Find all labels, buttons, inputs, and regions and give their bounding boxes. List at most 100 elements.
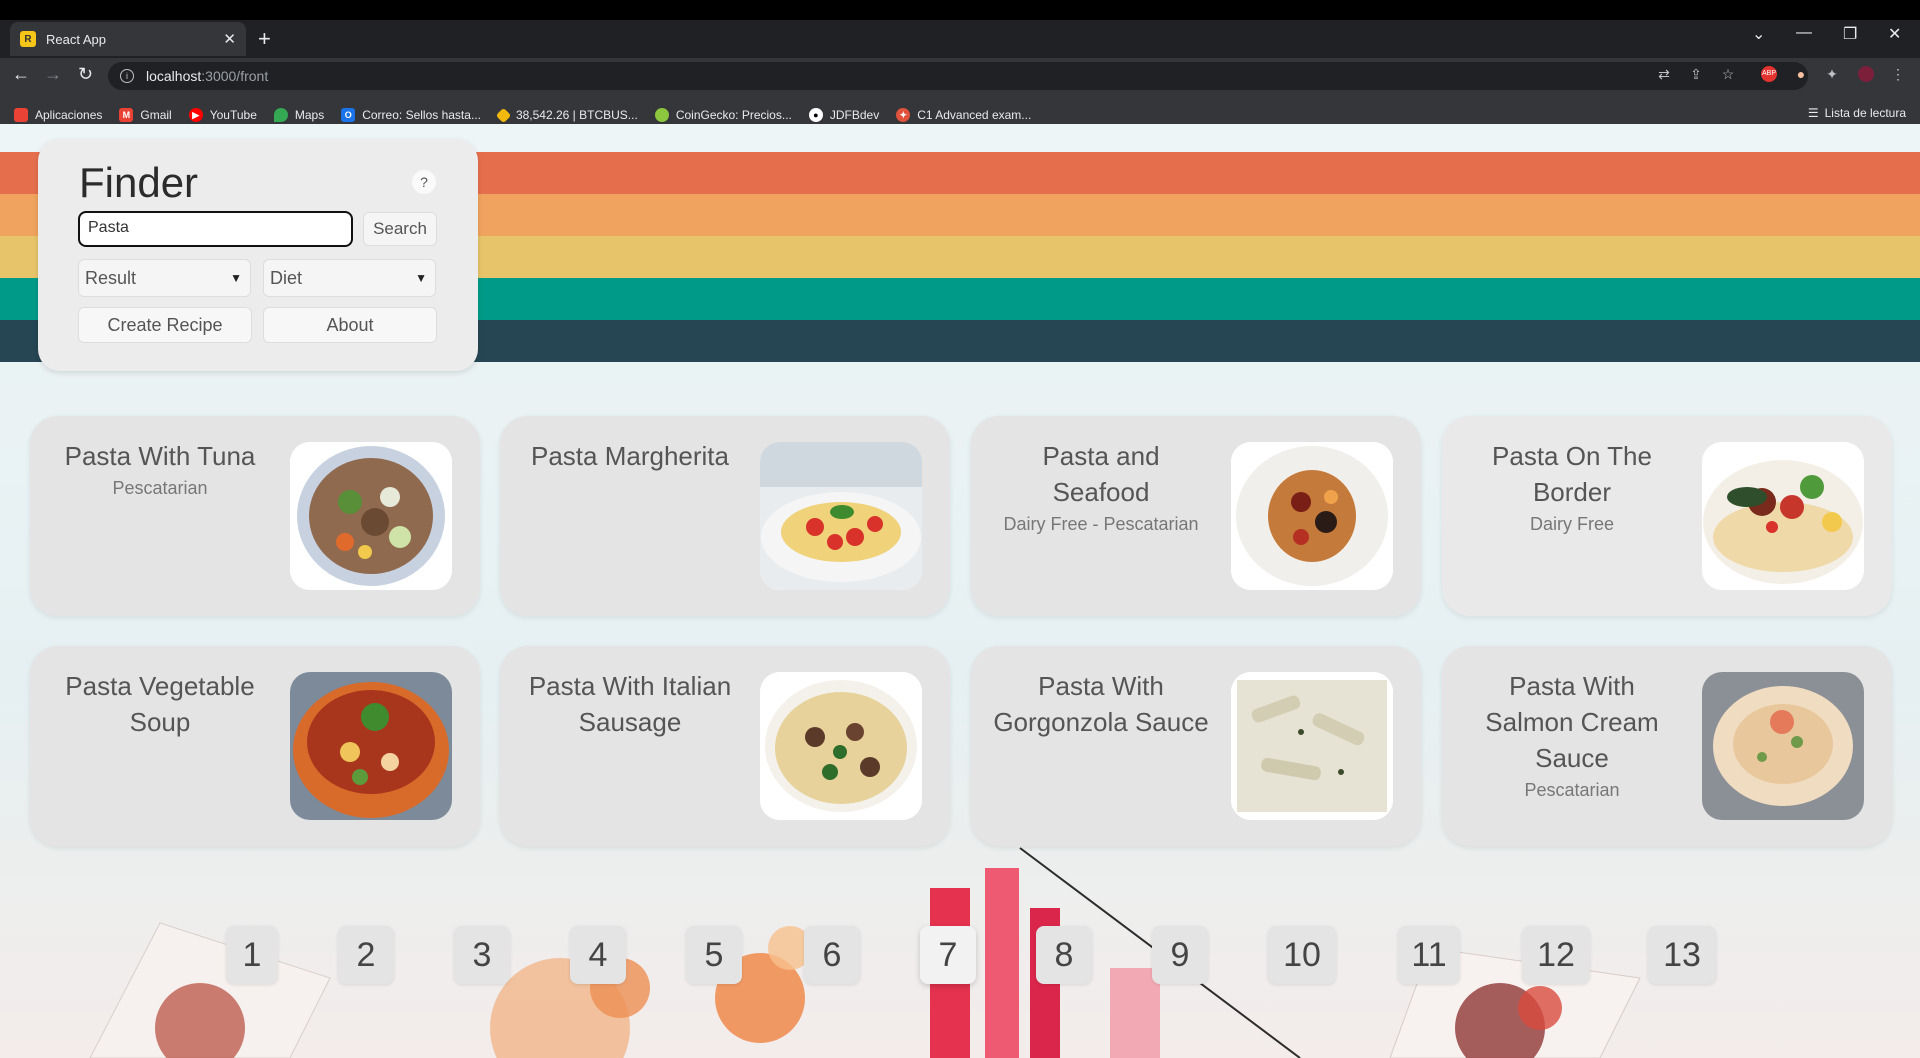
extensions-puzzle-icon[interactable]: ✦ [1824, 66, 1840, 82]
recipe-card-text: Pasta Vegetable Soup [50, 668, 270, 744]
browser-tab[interactable]: R React App ✕ [10, 22, 246, 56]
result-select-value: Result [85, 268, 137, 288]
page-button-5[interactable]: 5 [686, 926, 742, 984]
forward-icon[interactable]: → [44, 64, 62, 85]
recipe-photo [760, 672, 922, 820]
recipe-card-text: Pasta and Seafood Dairy Free - Pescatari… [991, 438, 1211, 535]
extension-icon[interactable]: ● [1793, 66, 1809, 82]
menu-kebab-icon[interactable]: ⋮ [1890, 66, 1906, 82]
help-button[interactable]: ? [412, 170, 436, 194]
bookmark-label: Gmail [140, 108, 172, 122]
bookmark-youtube[interactable]: ▶ YouTube [188, 108, 257, 122]
diet-select-value: Diet [270, 268, 303, 288]
reading-list-label: Lista de lectura [1824, 106, 1906, 120]
recipe-diet: Dairy Free [1529, 514, 1614, 534]
page-button-7[interactable]: 7 [920, 926, 976, 984]
recipe-card[interactable]: Pasta With Salmon Cream Sauce Pescataria… [1442, 646, 1892, 846]
recipe-diet: Pescatarian [1524, 780, 1620, 800]
recipe-title: Pasta With Gorgonzola Sauce [993, 671, 1209, 737]
new-tab-icon[interactable]: + [258, 26, 271, 52]
page-button-1[interactable]: 1 [226, 926, 278, 984]
recipe-image[interactable] [1231, 672, 1393, 820]
minimize-icon[interactable]: — [1796, 24, 1812, 42]
address-bar[interactable]: i localhost:3000/front [108, 62, 1808, 90]
bookmark-jdfbdev[interactable]: ● JDFBdev [808, 108, 879, 122]
tab-title: React App [46, 31, 106, 47]
finder-panel: Finder ? Pasta Search Result ▼ Diet ▼ Crea… [38, 139, 478, 371]
apps-grid-icon [14, 108, 28, 122]
recipe-image[interactable] [1702, 672, 1864, 820]
binance-icon [495, 107, 512, 123]
bookmark-c1-exam[interactable]: ✦ C1 Advanced exam... [896, 108, 1031, 122]
outlook-icon: O [341, 108, 356, 122]
recipe-photo [1702, 442, 1864, 590]
search-button[interactable]: Search [363, 212, 437, 246]
reading-list-icon: ☰ [1807, 106, 1819, 120]
bookmark-label: Correo: Sellos hasta... [362, 108, 481, 122]
adblock-icon[interactable]: ABP [1761, 66, 1777, 82]
bookmark-btcbusd[interactable]: 38,542.26 | BTCBUS... [495, 107, 638, 123]
site-info-icon[interactable]: i [120, 69, 134, 83]
recipe-card[interactable]: Pasta With Tuna Pescatarian [30, 416, 480, 616]
result-select[interactable]: Result ▼ [78, 259, 251, 297]
profile-avatar-icon[interactable] [1858, 66, 1874, 82]
page-button-2[interactable]: 2 [338, 926, 394, 984]
diet-select[interactable]: Diet ▼ [263, 259, 436, 297]
recipe-image[interactable] [1231, 442, 1393, 590]
recipe-card[interactable]: Pasta and Seafood Dairy Free - Pescatari… [971, 416, 1421, 616]
gmail-icon: M [119, 108, 134, 122]
reading-list[interactable]: ☰ Lista de lectura [1808, 106, 1906, 120]
recipe-card[interactable]: Pasta Vegetable Soup [30, 646, 480, 846]
translate-icon[interactable]: ⇄ [1656, 66, 1672, 82]
page-button-6[interactable]: 6 [804, 926, 860, 984]
recipe-card-text: Pasta With Salmon Cream Sauce Pescataria… [1462, 668, 1682, 801]
bookmark-gmail[interactable]: M Gmail [119, 108, 172, 122]
recipe-image[interactable] [760, 672, 922, 820]
react-favicon-icon: R [20, 31, 36, 47]
close-window-icon[interactable]: ✕ [1888, 24, 1901, 44]
recipe-photo [1231, 672, 1393, 820]
page-button-3[interactable]: 3 [454, 926, 510, 984]
page-button-10[interactable]: 10 [1268, 926, 1336, 984]
recipe-photo [290, 442, 452, 590]
recipe-card[interactable]: Pasta On The Border Dairy Free [1442, 416, 1892, 616]
recipe-title: Pasta and Seafood [1042, 441, 1160, 507]
recipe-title: Pasta On The Border [1492, 441, 1652, 507]
recipe-image[interactable] [290, 442, 452, 590]
about-button[interactable]: About [263, 307, 437, 343]
recipe-card[interactable]: Pasta With Gorgonzola Sauce [971, 646, 1421, 846]
bookmark-star-icon[interactable]: ☆ [1720, 66, 1736, 82]
finder-title: Finder [79, 159, 199, 206]
recipe-card-text: Pasta On The Border Dairy Free [1462, 438, 1682, 535]
recipe-image[interactable] [290, 672, 452, 820]
share-icon[interactable]: ⇪ [1688, 66, 1704, 82]
page-button-4[interactable]: 4 [570, 926, 626, 984]
recipe-photo [760, 442, 922, 590]
page-button-8[interactable]: 8 [1036, 926, 1092, 984]
create-recipe-button[interactable]: Create Recipe [78, 307, 252, 343]
bookmark-apps[interactable]: Aplicaciones [14, 108, 102, 122]
recipe-card[interactable]: Pasta Margherita [500, 416, 950, 616]
bookmark-label: Aplicaciones [35, 108, 103, 122]
recipe-card[interactable]: Pasta With Italian Sausage [500, 646, 950, 846]
recipe-photo [1702, 672, 1864, 820]
url-host: localhost [146, 68, 202, 84]
page-button-11[interactable]: 11 [1398, 926, 1460, 984]
recipe-card-text: Pasta With Gorgonzola Sauce [991, 668, 1211, 744]
bookmark-correo[interactable]: O Correo: Sellos hasta... [341, 108, 481, 122]
tab-close-icon[interactable]: ✕ [223, 30, 236, 48]
bookmark-maps[interactable]: Maps [273, 108, 324, 122]
bookmark-coingecko[interactable]: CoinGecko: Precios... [654, 108, 792, 122]
recipe-image[interactable] [1702, 442, 1864, 590]
screen-top-bar [0, 0, 1920, 20]
recipe-image[interactable] [760, 442, 922, 590]
restore-icon[interactable]: ❐ [1843, 24, 1857, 44]
tab-search-icon[interactable]: ⌄ [1752, 24, 1765, 44]
back-icon[interactable]: ← [12, 64, 30, 85]
page-button-13[interactable]: 13 [1648, 926, 1716, 984]
github-icon: ● [808, 108, 823, 122]
search-input[interactable]: Pasta [78, 211, 353, 247]
reload-icon[interactable]: ↻ [78, 64, 93, 85]
page-button-12[interactable]: 12 [1522, 926, 1590, 984]
page-button-9[interactable]: 9 [1152, 926, 1208, 984]
